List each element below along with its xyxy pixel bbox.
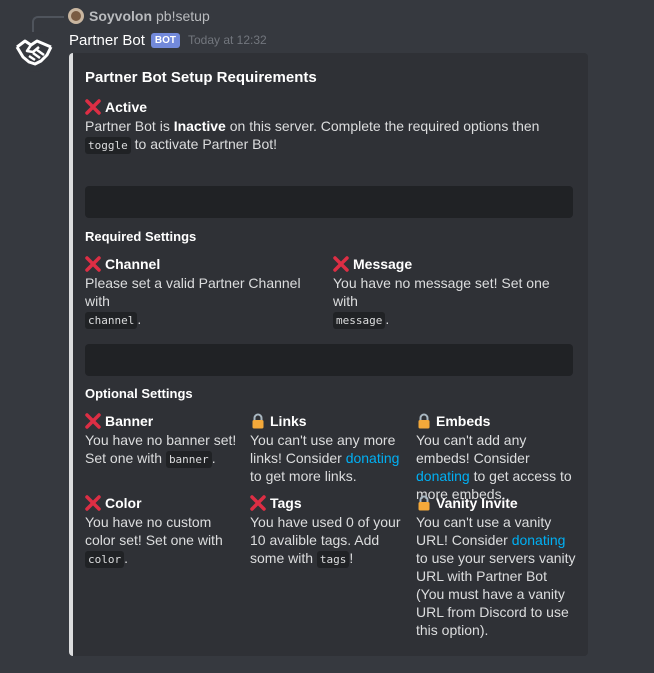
cross-mark-icon bbox=[85, 413, 101, 429]
cross-mark-icon bbox=[250, 495, 266, 511]
field-vanity-invite: Vanity Invite You can't use a vanity URL… bbox=[416, 493, 578, 639]
field-vanity-name: Vanity Invite bbox=[436, 495, 518, 511]
color-code: color bbox=[85, 551, 125, 568]
color-text-2: . bbox=[124, 550, 129, 566]
field-banner-value: You have no banner set! Set one with ban… bbox=[85, 431, 243, 469]
reply-avatar[interactable] bbox=[68, 8, 84, 24]
field-color: Color You have no custom color set! Set … bbox=[85, 493, 243, 569]
message-header: Partner Bot BOT Today at 12:32 bbox=[69, 30, 267, 50]
cross-mark-icon bbox=[333, 256, 349, 272]
message-code: message bbox=[333, 312, 386, 329]
donating-link[interactable]: donating bbox=[512, 532, 566, 548]
active-status: Inactive bbox=[173, 118, 226, 134]
required-settings-heading: Required Settings bbox=[85, 229, 197, 244]
reply-preview[interactable]: Soyvolon pb!setup bbox=[68, 6, 210, 26]
blank-field-bar bbox=[85, 344, 573, 376]
banner-code: banner bbox=[165, 451, 212, 468]
field-links: Links You can't use any more links! Cons… bbox=[250, 411, 410, 485]
field-message-name: Message bbox=[353, 256, 413, 272]
vanity-text-2: to use your servers vanity URL with Part… bbox=[416, 550, 576, 638]
field-active-name: Active bbox=[105, 99, 148, 115]
reply-text[interactable]: pb!setup bbox=[156, 8, 210, 24]
donating-link[interactable]: donating bbox=[346, 450, 400, 466]
cross-mark-icon bbox=[85, 495, 101, 511]
channel-text-1: Please set a valid Partner Channel with bbox=[85, 275, 301, 309]
channel-text-2: . bbox=[137, 311, 142, 327]
message-text-2: . bbox=[385, 311, 390, 327]
field-tags: Tags You have used 0 of your 10 avalible… bbox=[250, 493, 410, 569]
active-text-2: on this server. Complete the required op… bbox=[225, 118, 540, 134]
embeds-text-1: You can't add any embeds! Consider bbox=[416, 432, 530, 466]
reply-connector bbox=[32, 16, 64, 32]
active-text-3: to activate Partner Bot! bbox=[130, 136, 278, 152]
optional-settings-heading: Optional Settings bbox=[85, 386, 193, 401]
field-links-name: Links bbox=[270, 413, 307, 429]
links-text-2: to get more links. bbox=[250, 468, 357, 484]
donating-link[interactable]: donating bbox=[416, 468, 470, 484]
reply-author[interactable]: Soyvolon bbox=[89, 8, 152, 24]
field-embeds: Embeds You can't add any embeds! Conside… bbox=[416, 411, 578, 503]
embed-title: Partner Bot Setup Requirements bbox=[85, 69, 317, 86]
field-message-value: You have no message set! Set one with mes… bbox=[333, 274, 578, 330]
channel-code: channel bbox=[85, 312, 138, 329]
field-links-value: You can't use any more links! Consider d… bbox=[250, 431, 410, 485]
field-tags-value: You have used 0 of your 10 avalible tags… bbox=[250, 513, 410, 569]
field-channel: Channel Please set a valid Partner Chann… bbox=[85, 254, 325, 330]
field-embeds-name: Embeds bbox=[436, 413, 491, 429]
cross-mark-icon bbox=[85, 256, 101, 272]
lock-icon bbox=[252, 413, 264, 429]
field-message: Message You have no message set! Set one… bbox=[333, 254, 578, 330]
setup-embed: Partner Bot Setup Requirements Active Pa… bbox=[69, 53, 588, 656]
avatar[interactable] bbox=[14, 32, 54, 72]
field-channel-name: Channel bbox=[105, 256, 161, 272]
color-text-1: You have no custom color set! Set one wi… bbox=[85, 514, 223, 548]
field-active: Active Partner Bot is Inactive on this s… bbox=[85, 97, 585, 155]
field-tags-name: Tags bbox=[270, 495, 302, 511]
tags-code: tags bbox=[316, 551, 350, 568]
tags-text-2: ! bbox=[349, 550, 354, 566]
active-text-1: Partner Bot is bbox=[85, 118, 174, 134]
field-color-name: Color bbox=[105, 495, 142, 511]
timestamp[interactable]: Today at 12:32 bbox=[188, 33, 267, 47]
field-color-value: You have no custom color set! Set one wi… bbox=[85, 513, 243, 569]
lock-icon bbox=[418, 495, 430, 511]
cross-mark-icon bbox=[85, 99, 101, 115]
field-banner: Banner You have no banner set! Set one w… bbox=[85, 411, 243, 469]
field-active-value: Partner Bot is Inactive on this server. … bbox=[85, 117, 585, 155]
bot-tag: BOT bbox=[150, 32, 180, 48]
banner-text-2: . bbox=[211, 450, 216, 466]
author-name[interactable]: Partner Bot bbox=[69, 32, 145, 49]
message-text-1: You have no message set! Set one with bbox=[333, 275, 550, 309]
blank-field-bar bbox=[85, 186, 573, 218]
toggle-code: toggle bbox=[85, 137, 131, 154]
field-channel-value: Please set a valid Partner Channel with c… bbox=[85, 274, 325, 330]
handshake-icon bbox=[15, 39, 53, 66]
field-vanity-value: You can't use a vanity URL! Consider don… bbox=[416, 513, 578, 639]
field-banner-name: Banner bbox=[105, 413, 154, 429]
lock-icon bbox=[418, 413, 430, 429]
